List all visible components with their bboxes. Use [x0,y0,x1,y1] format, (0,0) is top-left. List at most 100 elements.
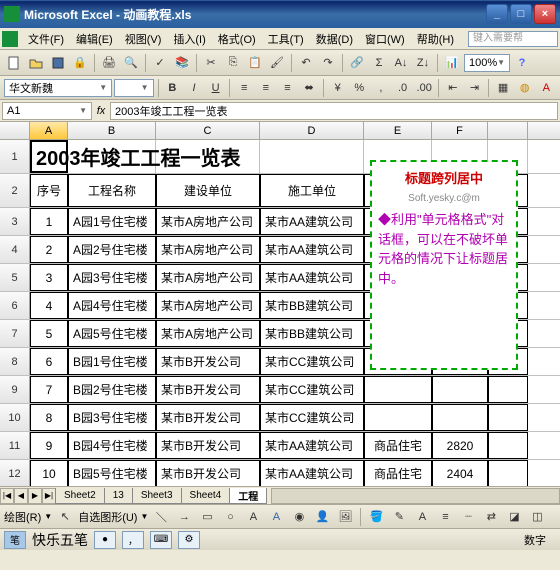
cell-rest[interactable] [488,404,528,431]
cell-A1[interactable]: 2003年竣工工程一览表 [30,140,68,173]
arrowstyle-icon[interactable]: ⇄ [481,507,501,527]
select-icon[interactable]: ↖ [55,507,75,527]
cell-constructor[interactable]: 某市AA建筑公司 [260,208,364,235]
col-header-F[interactable]: F [432,122,488,139]
align-center-icon[interactable]: ≡ [256,78,276,98]
cell-builder[interactable]: 某市A房地产公司 [156,292,260,319]
cell-name[interactable]: B园1号住宅楼 [68,348,156,375]
line-icon[interactable]: ＼ [151,507,171,527]
align-right-icon[interactable]: ≡ [278,78,298,98]
autosum-icon[interactable]: Σ [369,53,389,73]
hdr-constructor[interactable]: 施工单位 [260,174,364,207]
tab-nav-last[interactable]: ▶| [42,488,56,504]
cell-seq[interactable]: 10 [30,460,68,486]
cell-constructor[interactable]: 某市CC建筑公司 [260,376,364,403]
new-icon[interactable] [4,53,24,73]
hdr-builder[interactable]: 建设单位 [156,174,260,207]
cell-name[interactable]: A园2号住宅楼 [68,236,156,263]
cell-seq[interactable]: 1 [30,208,68,235]
zoom-combo[interactable]: 100%▼ [464,54,510,72]
cell-seq[interactable]: 8 [30,404,68,431]
close-button[interactable]: × [534,4,556,24]
cell-area[interactable] [432,404,488,431]
cell-constructor[interactable]: 某市AA建筑公司 [260,432,364,459]
sheet-tab[interactable]: Sheet2 [55,488,105,504]
cell-area[interactable] [432,376,488,403]
sheet-tab-active[interactable]: 工程 [229,488,267,504]
cell-seq[interactable]: 4 [30,292,68,319]
menu-format[interactable]: 格式(O) [212,29,262,49]
diagram-icon[interactable]: ◉ [289,507,309,527]
cell-name[interactable]: B园2号住宅楼 [68,376,156,403]
cell-seq[interactable]: 2 [30,236,68,263]
row-header[interactable]: 4 [0,236,30,263]
fontcolor-icon[interactable]: A [412,507,432,527]
cell-constructor[interactable]: 某市CC建筑公司 [260,404,364,431]
font-name-combo[interactable]: 华文新魏▼ [4,79,112,97]
cell-name[interactable]: A园5号住宅楼 [68,320,156,347]
cell-name[interactable]: B园5号住宅楼 [68,460,156,486]
tab-nav-prev[interactable]: ◀ [14,488,28,504]
spell-icon[interactable]: ✓ [150,53,170,73]
cell-type[interactable] [364,376,432,403]
fx-icon[interactable]: fx [92,105,110,117]
fill-color-icon[interactable]: ◍ [515,78,535,98]
cell-type[interactable]: 商品住宅 [364,432,432,459]
menu-help[interactable]: 帮助(H) [411,29,460,49]
cell-builder[interactable]: 某市B开发公司 [156,376,260,403]
formatpainter-icon[interactable]: 🖌 [267,53,287,73]
help-search[interactable]: 键入需要帮 [468,31,558,47]
research-icon[interactable]: 📚 [172,53,192,73]
name-box[interactable]: A1▼ [2,102,92,120]
cell-rest[interactable] [488,376,528,403]
align-left-icon[interactable]: ≡ [234,78,254,98]
menu-file[interactable]: 文件(F) [22,29,70,49]
cell-type[interactable]: 商品住宅 [364,460,432,486]
cell-constructor[interactable]: 某市AA建筑公司 [260,264,364,291]
paste-icon[interactable]: 📋 [245,53,265,73]
cell-constructor[interactable]: 某市AA建筑公司 [260,236,364,263]
tab-nav-next[interactable]: ▶ [28,488,42,504]
increase-decimal-icon[interactable]: .0 [393,78,413,98]
minimize-button[interactable]: _ [486,4,508,24]
preview-icon[interactable]: 🔍 [121,53,141,73]
merge-icon[interactable]: ⬌ [299,78,319,98]
formula-input[interactable]: 2003年竣工工程一览表 [110,102,558,120]
font-size-combo[interactable]: ▼ [114,79,153,97]
clipart-icon[interactable]: 👤 [312,507,332,527]
col-header-D[interactable]: D [260,122,364,139]
cut-icon[interactable]: ✂ [201,53,221,73]
cell-constructor[interactable]: 某市CC建筑公司 [260,348,364,375]
app-icon[interactable] [2,31,18,47]
col-header-B[interactable]: B [68,122,156,139]
cell-builder[interactable]: 某市A房地产公司 [156,320,260,347]
col-header-A[interactable]: A [30,122,68,139]
redo-icon[interactable]: ↷ [318,53,338,73]
linecolor-icon[interactable]: ✎ [389,507,409,527]
linestyle-icon[interactable]: ≡ [435,507,455,527]
cell-builder[interactable]: 某市A房地产公司 [156,208,260,235]
cell-builder[interactable]: 某市B开发公司 [156,432,260,459]
cell-area[interactable]: 2404 [432,460,488,486]
row-header[interactable]: 9 [0,376,30,403]
row-header[interactable]: 1 [0,140,30,173]
select-all-corner[interactable] [0,122,30,139]
sort-desc-icon[interactable]: Z↓ [413,53,433,73]
comma-icon[interactable]: , [371,78,391,98]
arrow-icon[interactable]: → [174,507,194,527]
ime-mode1[interactable]: ● [94,531,116,549]
permission-icon[interactable]: 🔒 [70,53,90,73]
save-icon[interactable] [48,53,68,73]
cell-seq[interactable]: 9 [30,432,68,459]
ime-settings-icon[interactable]: ⚙ [178,531,200,549]
font-color-icon[interactable]: A [536,78,556,98]
picture-icon[interactable]: 🖼 [335,507,355,527]
bold-icon[interactable]: B [163,78,183,98]
ime-mode2[interactable]: ， [122,531,144,549]
cell-seq[interactable]: 6 [30,348,68,375]
row-header[interactable]: 3 [0,208,30,235]
copy-icon[interactable]: ⎘ [223,53,243,73]
hdr-seq[interactable]: 序号 [30,174,68,207]
oval-icon[interactable]: ○ [220,507,240,527]
open-icon[interactable] [26,53,46,73]
